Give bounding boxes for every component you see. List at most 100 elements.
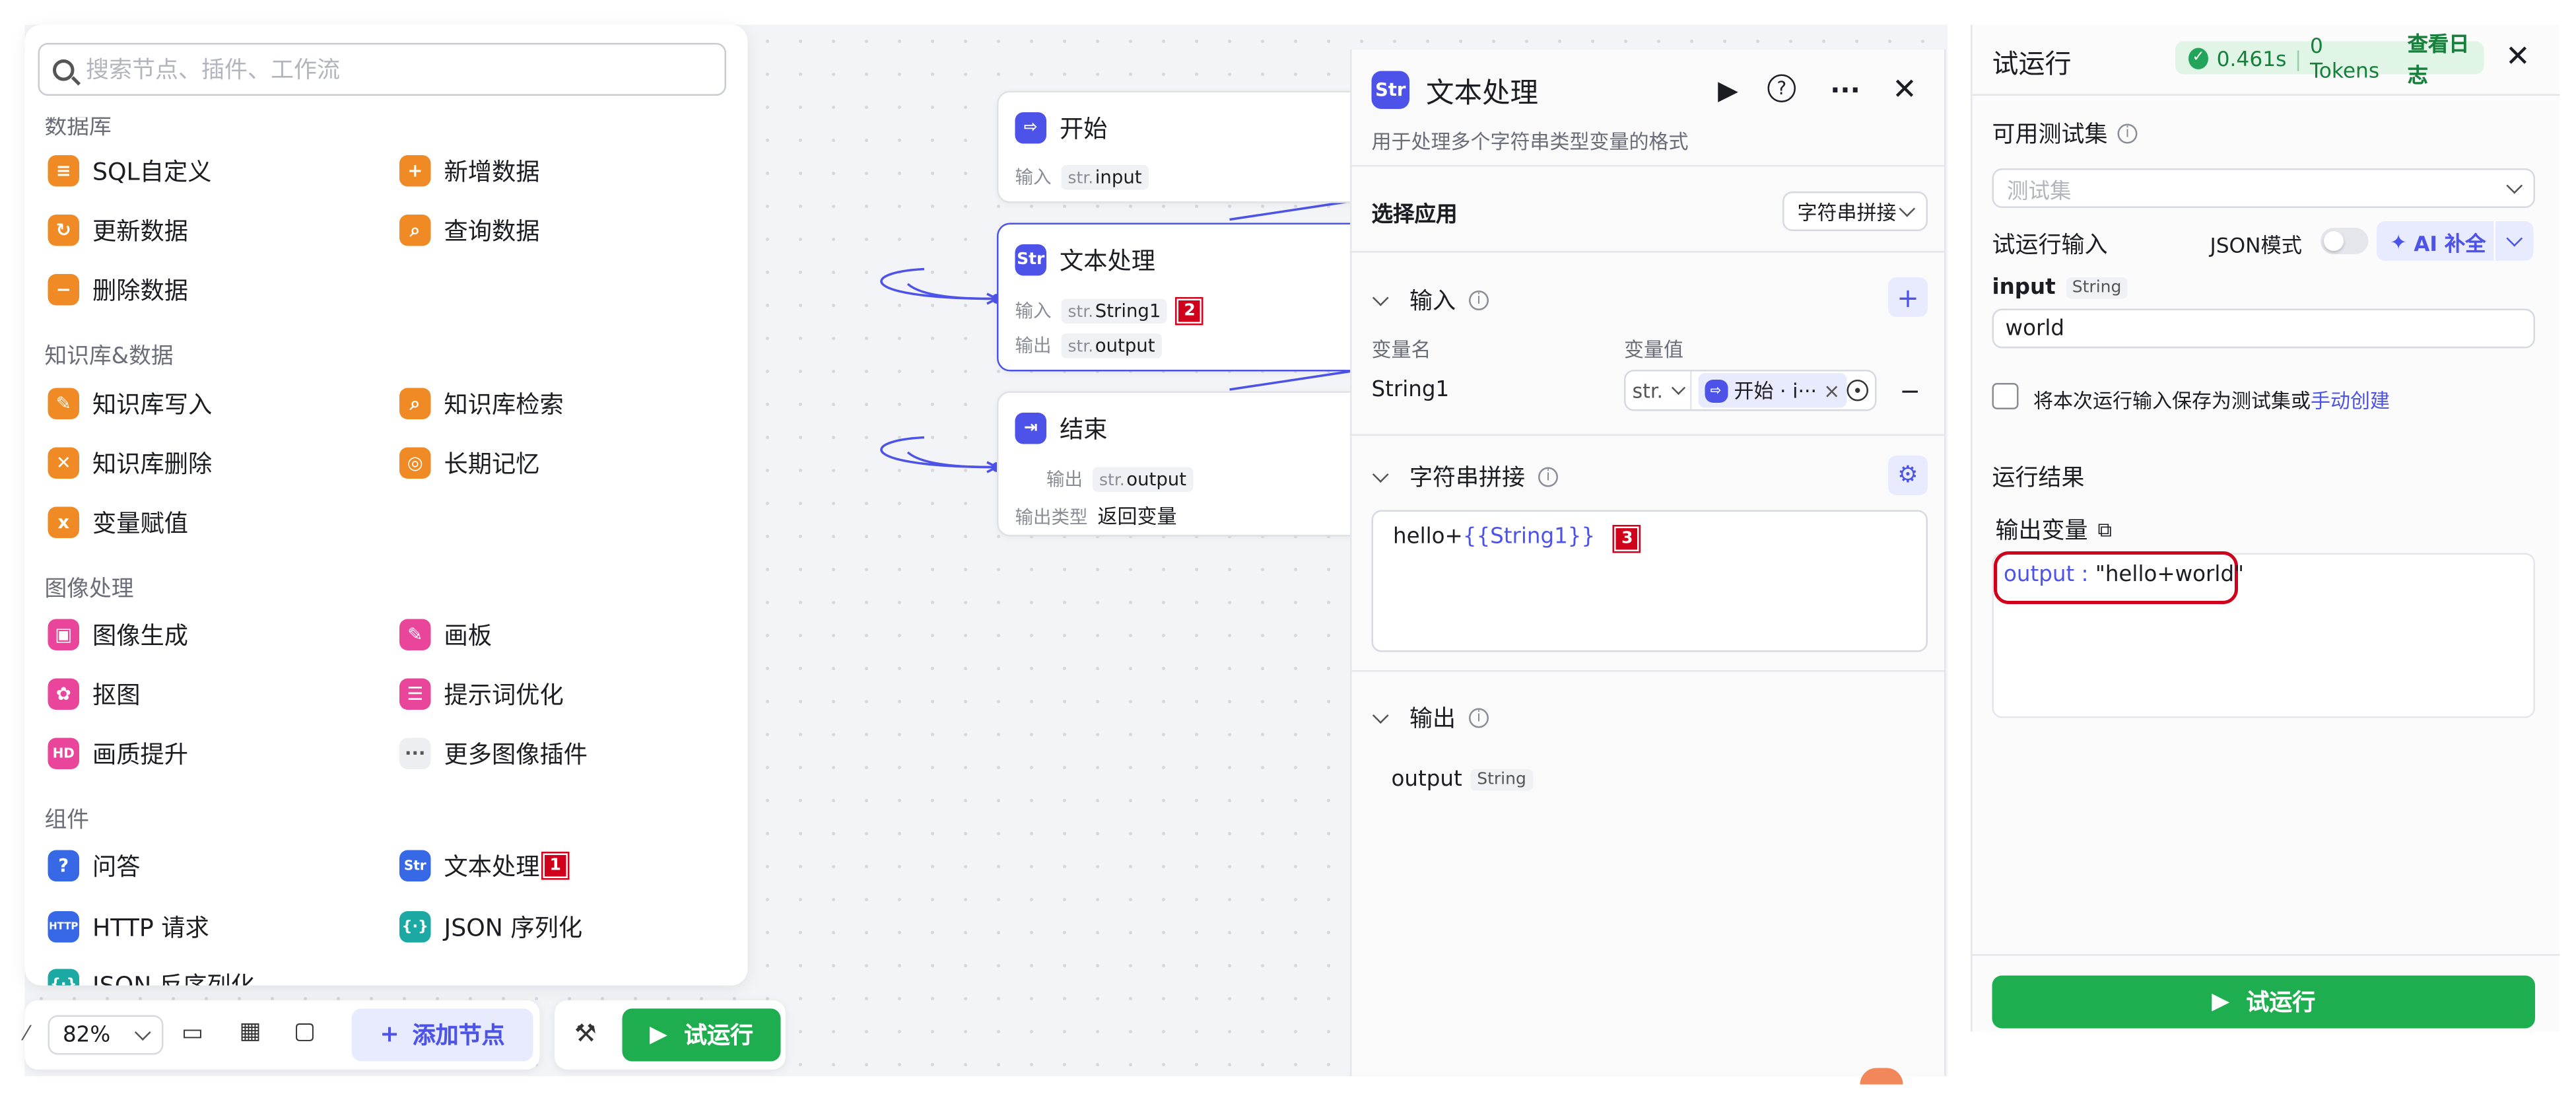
text-process-icon: Str bbox=[399, 850, 431, 881]
play-icon[interactable]: ▶ bbox=[1712, 73, 1745, 106]
run-panel-run-button[interactable]: ▶ 试运行 bbox=[1992, 975, 2535, 1029]
node-library-panel: 搜索节点、插件、工作流 数据库 ≡ SQL自定义 + 新增数据 ↻ 更新数据 ⌕ 查询数… bbox=[24, 24, 748, 986]
node-item-knowledge-delete[interactable]: ✕ 知识库删除 bbox=[48, 446, 212, 481]
node-item-insert-data[interactable]: + 新增数据 bbox=[399, 154, 540, 189]
section-components: 组件 bbox=[44, 807, 90, 834]
ai-fill-dropdown[interactable] bbox=[2493, 221, 2534, 261]
node-item-json-deserialize[interactable]: {·}JSON 反序列化 bbox=[48, 967, 255, 986]
var-ref-tag[interactable]: ⇨ 开始 · i··· × bbox=[1697, 373, 1847, 408]
add-variable-button[interactable]: + bbox=[1888, 277, 1928, 317]
save-test-set-text: 将本次运行输入保存为测试集或手动创建 bbox=[2033, 390, 2390, 413]
node-item-sql[interactable]: ≡ SQL自定义 bbox=[48, 154, 212, 189]
node-item-more-image-plugins[interactable]: ··· 更多图像插件 bbox=[399, 736, 588, 771]
close-icon[interactable]: ✕ bbox=[2505, 40, 2530, 75]
output-kind-value: 返回变量 bbox=[1097, 505, 1177, 528]
target-icon[interactable] bbox=[1847, 380, 1868, 401]
output-var-row: output String bbox=[1392, 768, 1533, 792]
test-set-select[interactable]: 测试集 bbox=[1992, 168, 2535, 208]
output-label: 输出 bbox=[1015, 335, 1052, 357]
help-icon[interactable]: ? bbox=[1767, 74, 1796, 102]
view-log-link[interactable]: 查看日志 bbox=[2408, 26, 2484, 89]
start-node[interactable]: ⇨ 开始 输入 str. input bbox=[997, 90, 1376, 203]
node-item-cutout[interactable]: ✿ 抠图 bbox=[48, 677, 141, 712]
node-item-canvas-board[interactable]: ✎ 画板 bbox=[399, 617, 492, 652]
zoom-select[interactable]: 82% bbox=[48, 1015, 164, 1055]
gear-icon: ⚙ bbox=[1897, 462, 1918, 489]
plus-icon: + bbox=[380, 1021, 399, 1048]
output-label: 输出 bbox=[1046, 469, 1083, 491]
json-parse-icon: {·} bbox=[48, 969, 79, 986]
panel-title: 文本处理 bbox=[1426, 77, 1538, 111]
layout-icon[interactable]: ▦ bbox=[240, 1019, 261, 1045]
end-node-icon: ⇥ bbox=[1015, 413, 1046, 444]
col-var-value: 变量值 bbox=[1624, 338, 1684, 362]
output-section-header[interactable]: 输出 i bbox=[1372, 702, 1489, 735]
var-type-select[interactable]: str. bbox=[1626, 371, 1691, 409]
run-result-label: 运行结果 bbox=[1992, 465, 2085, 492]
remove-variable-icon[interactable]: − bbox=[1900, 376, 1920, 406]
node-item-knowledge-write[interactable]: ✎ 知识库写入 bbox=[48, 386, 212, 421]
run-panel-title: 试运行 bbox=[1992, 48, 2072, 80]
save-test-set-checkbox[interactable] bbox=[1992, 383, 2019, 409]
node-item-json-serialize[interactable]: {·} JSON 序列化 bbox=[399, 910, 582, 945]
hd-upscale-icon: HD bbox=[48, 738, 79, 769]
chevron-down-icon bbox=[1899, 199, 1916, 217]
node-item-variable-assign[interactable]: x 变量赋值 bbox=[48, 505, 188, 540]
toolbar-run-button[interactable]: ▶ 试运行 bbox=[622, 1008, 781, 1062]
run-toolbar: ⚒ ▶ 试运行 bbox=[555, 1000, 786, 1070]
node-item-qa[interactable]: ? 问答 bbox=[48, 848, 141, 883]
canvas-board-icon: ✎ bbox=[399, 619, 431, 650]
select-app-dropdown[interactable]: 字符串拼接 bbox=[1782, 191, 1928, 231]
node-item-hd-upscale[interactable]: HD 画质提升 bbox=[48, 736, 188, 771]
interaction-mode-icon[interactable]: ⁄ bbox=[25, 1022, 28, 1045]
cutout-icon: ✿ bbox=[48, 678, 79, 710]
chevron-down-icon bbox=[1372, 465, 1389, 482]
knowledge-write-icon: ✎ bbox=[48, 388, 79, 419]
http-icon: HTTP bbox=[48, 911, 79, 943]
chevron-down-icon bbox=[2506, 229, 2523, 246]
concat-template-editor[interactable]: hello+{{String1}} 3 bbox=[1371, 510, 1928, 652]
copy-icon[interactable]: ⧉ bbox=[2098, 518, 2112, 543]
debug-tool-icon[interactable]: ⚒ bbox=[574, 1019, 597, 1048]
output-var-label: 输出变量 ⧉ bbox=[1995, 517, 2112, 545]
floating-assistant-icon[interactable] bbox=[1860, 1068, 1903, 1085]
ai-fill-button[interactable]: ✦ AI 补全 bbox=[2377, 221, 2534, 261]
text-process-node[interactable]: Str 文本处理 输入 str. String1 2 输出 str. output bbox=[997, 223, 1376, 372]
node-item-knowledge-search[interactable]: ⌕ 知识库检索 bbox=[399, 386, 564, 421]
add-node-button[interactable]: + 添加节点 bbox=[351, 1008, 533, 1062]
node-search-input[interactable]: 搜索节点、插件、工作流 bbox=[38, 43, 726, 96]
minimap-icon[interactable]: ▢ bbox=[294, 1019, 316, 1045]
input-section-header[interactable]: 输入 i bbox=[1372, 284, 1489, 317]
manual-create-link[interactable]: 手动创建 bbox=[2311, 390, 2390, 413]
database-update-icon: ↻ bbox=[48, 215, 79, 246]
knowledge-search-icon: ⌕ bbox=[399, 388, 431, 419]
node-item-text-process[interactable]: Str 文本处理 1 bbox=[399, 848, 570, 883]
end-node[interactable]: ⇥ 结束 输出 str. output 输出类型 返回变量 bbox=[997, 391, 1376, 537]
concat-section-header[interactable]: 字符串拼接 i bbox=[1372, 461, 1558, 494]
node-item-http[interactable]: HTTP HTTP 请求 bbox=[48, 910, 209, 945]
more-icon[interactable]: ··· bbox=[1829, 73, 1862, 106]
database-delete-icon: − bbox=[48, 274, 79, 306]
node-item-long-memory[interactable]: ◎ 长期记忆 bbox=[399, 446, 540, 481]
node-item-prompt-optimize[interactable]: ☰ 提示词优化 bbox=[399, 677, 564, 712]
input-value-field[interactable]: world bbox=[1992, 308, 2535, 349]
json-mode-toggle[interactable] bbox=[2321, 228, 2369, 254]
json-icon: {·} bbox=[399, 911, 431, 943]
play-icon: ▶ bbox=[650, 1021, 667, 1048]
remove-ref-icon[interactable]: × bbox=[1823, 379, 1840, 402]
node-item-query-data[interactable]: ⌕ 查询数据 bbox=[399, 213, 540, 248]
comment-icon[interactable]: ▭ bbox=[182, 1020, 203, 1047]
image-generate-icon: ▣ bbox=[48, 619, 79, 650]
run-input-label: 试运行输入 bbox=[1992, 232, 2108, 259]
node-item-update-data[interactable]: ↻ 更新数据 bbox=[48, 213, 188, 248]
output-var-tag: str. output bbox=[1061, 332, 1162, 358]
close-icon[interactable]: ✕ bbox=[1888, 72, 1921, 107]
input-var-tag: str. input bbox=[1061, 164, 1149, 189]
input-label: 输入 bbox=[1015, 166, 1052, 189]
start-node-title: 开始 bbox=[1060, 117, 1108, 144]
node-item-delete-data[interactable]: − 删除数据 bbox=[48, 273, 188, 308]
var-value-input[interactable]: str. ⇨ 开始 · i··· × bbox=[1624, 370, 1877, 411]
question-icon: ? bbox=[48, 850, 79, 881]
concat-settings-button[interactable]: ⚙ bbox=[1888, 456, 1928, 495]
node-item-image-generate[interactable]: ▣ 图像生成 bbox=[48, 617, 188, 652]
